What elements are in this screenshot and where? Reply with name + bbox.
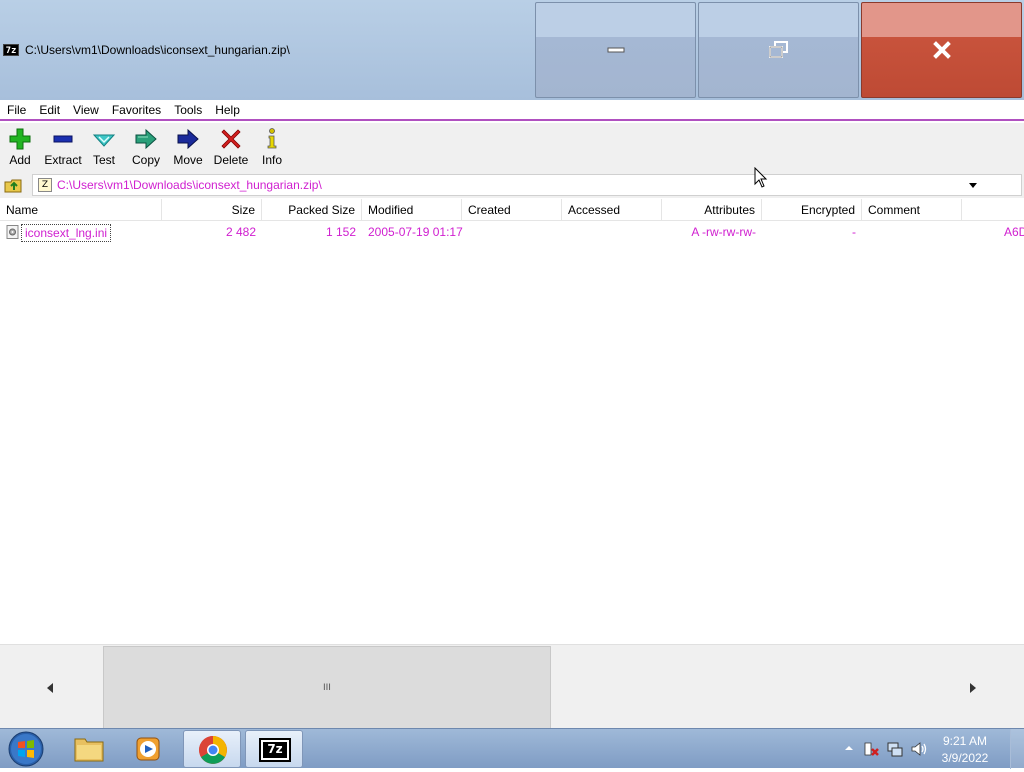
menu-file[interactable]: File [0,103,32,117]
address-field[interactable]: Z C:\Users\vm1\Downloads\iconsext_hungar… [32,174,1022,196]
menu-help[interactable]: Help [208,103,246,117]
info-button[interactable]: Info [258,125,286,169]
restore-button[interactable] [698,2,859,98]
restore-icon [768,41,788,58]
address-bar: Z C:\Users\vm1\Downloads\iconsext_hungar… [0,172,1024,198]
file-size: 2 482 [225,225,256,239]
clock-date[interactable]: 3/9/2022 [935,751,995,765]
column-header-packed-size[interactable]: Packed Size [262,199,362,221]
minimize-button[interactable] [535,2,696,98]
info-label: Info [261,153,282,167]
move-button[interactable]: Move [170,125,206,169]
delete-x-icon [221,129,241,149]
info-icon [267,128,277,149]
up-folder-button[interactable] [4,176,24,194]
close-button[interactable] [861,2,1022,98]
column-header-size[interactable]: Size [162,199,262,221]
menu-favorites[interactable]: Favorites [105,103,167,117]
chevron-down-icon[interactable] [969,183,977,188]
column-header-accessed[interactable]: Accessed [562,199,662,221]
delete-label: Delete [213,153,249,167]
file-encrypted: - [852,225,856,239]
windows-orb-icon [8,731,44,767]
taskbar-7zip[interactable]: 7z [245,730,303,768]
taskbar: 7z 9:21 AM 3/9/2022 [0,728,1024,769]
file-accessed [568,222,662,242]
test-button[interactable]: Test [88,125,120,169]
scrollbar-thumb[interactable]: III [103,646,551,729]
table-row[interactable]: iconsext_lng.ini 2 482 1 152 2005-07-19 … [0,222,1024,242]
copy-label: Copy [131,153,160,167]
arrow-left-icon [47,683,53,693]
column-header-name[interactable]: Name [0,199,162,221]
close-icon [932,41,951,59]
volume-icon[interactable] [910,740,928,758]
copy-button[interactable]: Copy [128,125,164,169]
file-created [468,222,562,242]
file-comment [868,222,962,242]
move-label: Move [173,153,203,167]
plus-icon [9,128,31,150]
taskbar-7zip-label: 7z [267,742,283,756]
seven-zip-app-icon: 7z [3,44,19,56]
menu-edit[interactable]: Edit [32,103,66,117]
test-label: Test [92,153,115,167]
extract-label: Extract [44,153,82,167]
system-tray: 9:21 AM 3/9/2022 [840,729,1024,769]
menu-tools[interactable]: Tools [167,103,208,117]
window-title: C:\Users\vm1\Downloads\iconsext_hungaria… [25,43,290,57]
taskbar-media-player[interactable] [120,730,178,768]
add-label: Add [9,153,31,167]
column-header-attributes[interactable]: Attributes [662,199,762,221]
folder-up-icon [4,179,22,193]
settings-file-icon [6,225,19,239]
folder-icon [74,738,104,762]
grip-icon: III [323,683,331,693]
list-header: Name Size Packed Size Modified Created A… [0,199,1024,221]
move-arrow-icon [177,128,199,150]
scroll-right-button[interactable] [921,645,1024,729]
file-name[interactable]: iconsext_lng.ini [21,224,112,242]
media-player-icon [136,737,160,761]
extract-button[interactable]: Extract [41,125,85,169]
arrow-right-icon [970,683,976,693]
network-icon[interactable] [886,740,904,758]
toolbar: Add Extract Test Copy Move Delete Info [0,123,1024,172]
start-button[interactable] [6,730,46,768]
clock-time[interactable]: 9:21 AM [935,734,995,748]
menu-bar: File Edit View Favorites Tools Help [0,100,1024,121]
menu-view[interactable]: View [66,103,105,117]
action-center-icon[interactable] [862,740,880,758]
horizontal-scrollbar[interactable]: III [0,644,1024,729]
minimize-icon [607,47,624,53]
column-header-encrypted[interactable]: Encrypted [762,199,862,221]
column-header-modified[interactable]: Modified [362,199,462,221]
taskbar-explorer[interactable] [60,730,118,768]
file-modified: 2005-07-19 01:17 [368,225,463,239]
show-desktop-button[interactable] [1010,729,1024,769]
checkmark-icon [92,134,116,147]
file-attributes: A -rw-rw-rw- [691,225,756,239]
column-header-comment[interactable]: Comment [862,199,962,221]
title-bar: 7z C:\Users\vm1\Downloads\iconsext_hunga… [0,0,1024,100]
delete-button[interactable]: Delete [212,125,250,169]
show-hidden-icons-icon[interactable] [844,743,854,753]
minus-icon [53,135,73,143]
chrome-icon [199,736,227,764]
copy-arrow-icon [135,128,157,150]
zip-archive-icon: Z [38,178,52,192]
file-crc-partial: A6D [1004,225,1024,239]
scroll-left-button[interactable] [0,645,103,729]
add-button[interactable]: Add [4,125,36,169]
address-path: C:\Users\vm1\Downloads\iconsext_hungaria… [57,178,322,192]
taskbar-chrome[interactable] [183,730,241,768]
column-header-created[interactable]: Created [462,199,562,221]
file-packed-size: 1 152 [325,225,356,239]
mouse-pointer-icon [754,167,768,188]
